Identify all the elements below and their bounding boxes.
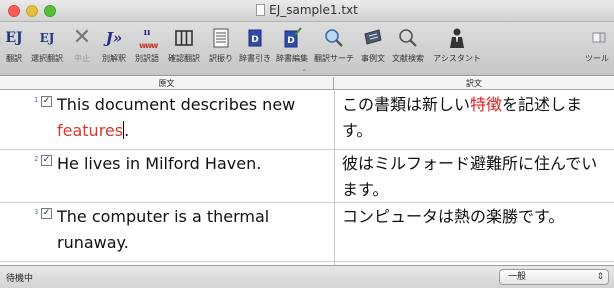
target-column-header[interactable]: 訳文 — [334, 77, 614, 90]
tools-button[interactable]: ツール — [582, 26, 612, 64]
dictionary-edit-label: 辞書編集 — [276, 54, 308, 63]
target-cell[interactable]: この書類は新しい特徴を記述します。 — [342, 92, 610, 144]
source-highlight: features — [57, 121, 124, 140]
svg-text:D: D — [251, 35, 258, 45]
source-text: This document describes new — [57, 95, 296, 114]
source-column-header[interactable]: 原文 — [0, 77, 334, 90]
updown-arrows-icon: ⇕ — [596, 272, 604, 282]
confirm-translate-icon — [172, 26, 196, 50]
assistant-button[interactable]: アシスタント — [428, 26, 486, 64]
translate-button[interactable]: EJ 翻訳 — [2, 26, 26, 64]
source-cell[interactable]: This document describes new features. — [57, 92, 329, 144]
stop-label: 中止 — [74, 54, 90, 63]
row-gutter: 3 ✓ — [0, 203, 55, 261]
interlinear-button[interactable]: 訳振り — [206, 26, 236, 64]
alternate-interpretation-icon: J» — [105, 29, 123, 47]
literature-search-label: 文献検索 — [392, 54, 424, 63]
translation-search-icon — [322, 26, 346, 50]
svg-text:w: w — [151, 41, 159, 50]
alternate-interpretation-label: 別解釈 — [102, 54, 126, 63]
translation-search-label: 翻訳サーチ — [314, 54, 354, 63]
dictionary-edit-button[interactable]: D 辞書編集 — [275, 26, 309, 64]
status-text: 待機中 — [6, 274, 34, 284]
stop-button[interactable]: ✕ 中止 — [70, 26, 94, 64]
selection-translate-button[interactable]: EJ 選択翻訳 — [28, 26, 66, 64]
ej-selection-translate-icon: EJ — [39, 31, 55, 45]
alternate-word-button[interactable]: ıı w w w 別訳語 — [132, 26, 162, 64]
source-cell[interactable]: He lives in Milford Haven. — [57, 151, 329, 177]
svg-text:D: D — [287, 36, 294, 46]
row-number: 2 — [34, 155, 39, 163]
alternate-word-icon: ıı w w w — [135, 26, 159, 50]
table-row[interactable]: 2 ✓ He lives in Milford Haven. 彼はミルフォード避… — [0, 150, 614, 203]
translation-grid: 1 ✓ This document describes new features… — [0, 91, 614, 265]
dictionary-lookup-icon: D — [243, 26, 267, 50]
window-title: EJ_sample1.txt — [269, 3, 358, 17]
interlinear-label: 訳振り — [209, 54, 233, 63]
toolbar: EJ 翻訳 EJ 選択翻訳 ✕ 中止 J» 別解釈 ıı w w w 別訳語 確… — [0, 22, 614, 77]
toolbar-collapse-grip[interactable]: ⌃ — [301, 68, 308, 77]
dictionary-edit-icon: D — [280, 26, 304, 50]
example-sentence-button[interactable]: 事例文 — [358, 26, 388, 64]
example-sentence-icon — [361, 26, 385, 50]
status-bar: 待機中 一般 ⇕ — [0, 265, 614, 288]
row-checkbox[interactable]: ✓ — [41, 208, 52, 219]
source-cell[interactable]: The computer is a thermal runaway. — [57, 204, 329, 256]
target-highlight: 特徴 — [470, 95, 503, 114]
row-number: 1 — [34, 96, 39, 104]
interlinear-icon — [209, 26, 233, 50]
confirm-translate-button[interactable]: 確認翻訳 — [165, 26, 203, 64]
stop-x-icon: ✕ — [72, 25, 92, 50]
target-cell[interactable]: コンピュータは熱の楽勝です。 — [342, 204, 610, 230]
row-number: 3 — [34, 208, 39, 216]
literature-search-button[interactable]: 文献検索 — [390, 26, 426, 64]
example-sentence-label: 事例文 — [361, 54, 385, 63]
confirm-translate-label: 確認翻訳 — [168, 54, 200, 63]
target-text: この書類は新しい — [342, 95, 471, 114]
row-gutter: 1 ✓ — [0, 91, 55, 149]
assistant-icon — [445, 26, 469, 50]
literature-search-icon — [396, 26, 420, 50]
title-bar: EJ_sample1.txt — [0, 0, 614, 22]
svg-text:ıı: ıı — [144, 28, 151, 38]
target-cell[interactable]: 彼はミルフォード避難所に住んでいます。 — [342, 151, 610, 203]
dictionary-lookup-label: 辞書引き — [239, 54, 271, 63]
translate-label: 翻訳 — [6, 54, 22, 63]
alternate-word-label: 別訳語 — [135, 54, 159, 63]
category-select-value: 一般 — [508, 272, 527, 282]
category-select[interactable]: 一般 ⇕ — [499, 269, 609, 285]
row-gutter: 2 ✓ — [0, 150, 55, 202]
tools-label: ツール — [585, 54, 609, 63]
dictionary-lookup-button[interactable]: D 辞書引き — [238, 26, 272, 64]
row-checkbox[interactable]: ✓ — [41, 155, 52, 166]
selection-translate-label: 選択翻訳 — [31, 54, 63, 63]
alternate-interpretation-button[interactable]: J» 別解釈 — [99, 26, 129, 64]
ej-translate-icon: EJ — [5, 30, 23, 46]
translation-search-button[interactable]: 翻訳サーチ — [312, 26, 356, 64]
table-row[interactable]: 1 ✓ This document describes new features… — [0, 91, 614, 150]
tools-icon — [585, 26, 609, 50]
window-title-area: EJ_sample1.txt — [0, 3, 614, 17]
table-row[interactable]: 3 ✓ The computer is a thermal runaway. コ… — [0, 203, 614, 262]
assistant-label: アシスタント — [433, 54, 481, 63]
document-icon — [256, 4, 266, 16]
source-text-end: . — [124, 121, 130, 140]
row-checkbox[interactable]: ✓ — [41, 96, 52, 107]
